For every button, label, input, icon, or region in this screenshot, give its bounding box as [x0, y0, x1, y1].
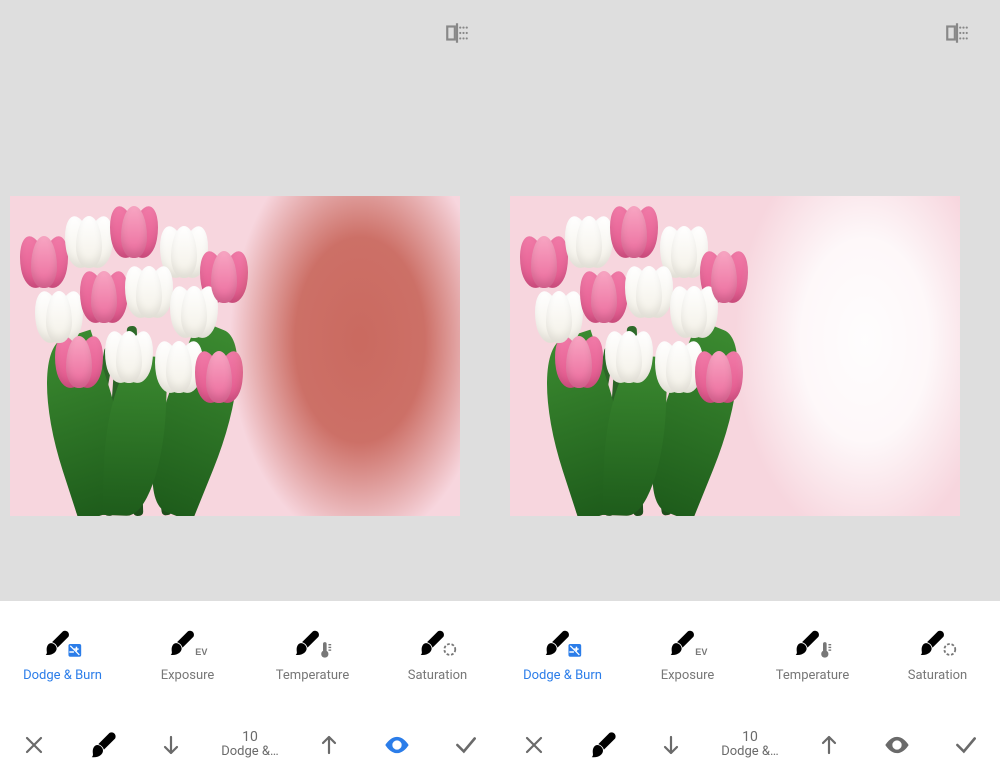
adjustment-dodge-burn[interactable]: Dodge & Burn	[500, 601, 625, 711]
canvas-area	[0, 0, 500, 601]
adjustment-exposure[interactable]: EV Exposure	[625, 601, 750, 711]
editor-panel-left: Dodge & Burn EV Exposure Temperature Sat…	[0, 0, 500, 777]
brush-tool-button[interactable]	[83, 725, 123, 765]
value-label: Dodge &…	[721, 745, 778, 759]
value-label: Dodge &…	[221, 745, 278, 759]
cancel-button[interactable]	[14, 725, 54, 765]
value-display[interactable]: 10 Dodge &…	[220, 730, 280, 760]
adjustments-row: Dodge & Burn EV Exposure Temperature Sat…	[500, 601, 1000, 711]
visibility-toggle[interactable]	[377, 725, 417, 765]
confirm-button[interactable]	[946, 725, 986, 765]
adjustment-label: Exposure	[661, 668, 715, 683]
adjustment-label: Temperature	[276, 668, 349, 683]
canvas-area	[500, 0, 1000, 601]
adjustment-label: Saturation	[908, 668, 967, 683]
bottom-toolbar: 10 Dodge &…	[500, 711, 1000, 777]
value-number: 10	[742, 730, 758, 745]
value-number: 10	[242, 730, 258, 745]
compare-icon[interactable]	[944, 20, 970, 50]
brush-exposure-icon: EV	[668, 630, 708, 660]
increase-button[interactable]	[309, 725, 349, 765]
svg-text:EV: EV	[695, 646, 707, 656]
value-display[interactable]: 10 Dodge &…	[720, 730, 780, 760]
adjustment-temperature[interactable]: Temperature	[250, 601, 375, 711]
adjustment-saturation[interactable]: Saturation	[375, 601, 500, 711]
adjustment-label: Dodge & Burn	[523, 668, 602, 683]
brush-saturation-icon	[918, 630, 958, 660]
edited-image[interactable]	[510, 196, 960, 516]
brush-dodge-burn-icon	[43, 630, 83, 660]
bottom-toolbar: 10 Dodge &…	[0, 711, 500, 777]
adjustment-label: Dodge & Burn	[23, 668, 102, 683]
increase-button[interactable]	[809, 725, 849, 765]
decrease-button[interactable]	[651, 725, 691, 765]
edited-image[interactable]	[10, 196, 460, 516]
editor-panel-right: Dodge & Burn EV Exposure Temperature Sat…	[500, 0, 1000, 777]
adjustment-temperature[interactable]: Temperature	[750, 601, 875, 711]
adjustment-label: Temperature	[776, 668, 849, 683]
visibility-toggle[interactable]	[877, 725, 917, 765]
confirm-button[interactable]	[446, 725, 486, 765]
adjustment-label: Exposure	[161, 668, 215, 683]
brush-tool-button[interactable]	[583, 725, 623, 765]
brush-temperature-icon	[793, 630, 833, 660]
svg-text:EV: EV	[195, 646, 207, 656]
adjustment-saturation[interactable]: Saturation	[875, 601, 1000, 711]
adjustments-row: Dodge & Burn EV Exposure Temperature Sat…	[0, 601, 500, 711]
brush-dodge-burn-icon	[543, 630, 583, 660]
cancel-button[interactable]	[514, 725, 554, 765]
adjustment-exposure[interactable]: EV Exposure	[125, 601, 250, 711]
adjustment-dodge-burn[interactable]: Dodge & Burn	[0, 601, 125, 711]
brush-temperature-icon	[293, 630, 333, 660]
adjustment-label: Saturation	[408, 668, 467, 683]
brush-saturation-icon	[418, 630, 458, 660]
brush-exposure-icon: EV	[168, 630, 208, 660]
compare-icon[interactable]	[444, 20, 470, 50]
decrease-button[interactable]	[151, 725, 191, 765]
